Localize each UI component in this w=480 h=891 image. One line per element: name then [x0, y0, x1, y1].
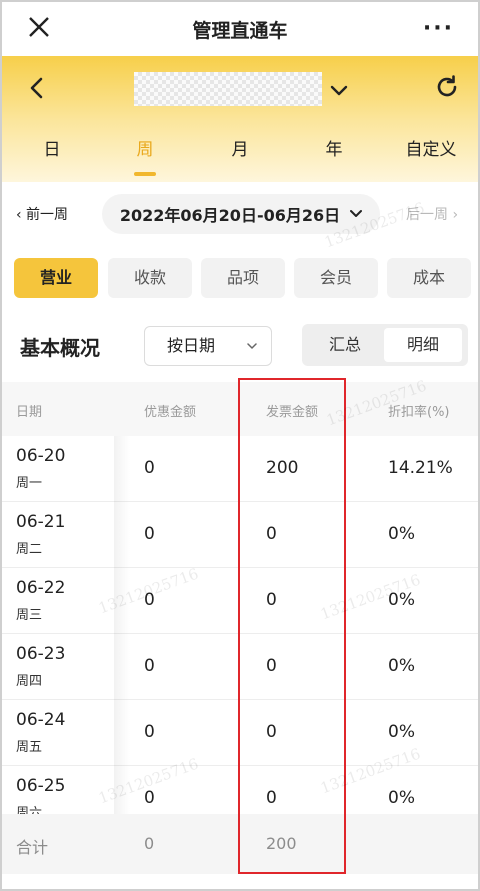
tab-items[interactable]: 品项 — [201, 258, 285, 298]
row-rate: 0% — [388, 788, 415, 808]
row-date: 06-21 — [16, 512, 66, 532]
page-title: 管理直通车 — [192, 19, 288, 42]
tab-members[interactable]: 会员 — [294, 258, 378, 298]
period-tabs: 日 周 月 年 自定义 — [2, 132, 478, 178]
chevron-down-icon — [350, 210, 363, 217]
row-date: 06-22 — [16, 578, 66, 598]
column-header-discount: 优惠金额 — [144, 405, 197, 420]
tab-label: 月 — [231, 140, 249, 160]
row-discount: 0 — [144, 656, 155, 676]
row-rate: 14.21% — [388, 458, 453, 478]
row-weekday: 周四 — [16, 674, 43, 689]
title-bar: 管理直通车 ··· — [2, 2, 478, 56]
row-weekday: 周二 — [16, 542, 43, 557]
tab-label: 自定义 — [405, 140, 457, 160]
row-date: 06-25 — [16, 776, 66, 796]
toggle-detail[interactable]: 明细 — [384, 328, 462, 362]
total-discount: 0 — [144, 834, 155, 853]
active-tab-indicator — [134, 172, 156, 176]
back-arrow-icon[interactable] — [26, 76, 48, 100]
section-title: 基本概况 — [20, 336, 100, 360]
more-icon[interactable]: ··· — [423, 16, 454, 41]
row-date: 06-20 — [16, 446, 66, 466]
row-weekday: 周六 — [16, 806, 43, 814]
row-rate: 0% — [388, 524, 415, 544]
refresh-icon[interactable] — [434, 74, 460, 100]
row-discount: 0 — [144, 524, 155, 544]
tab-label: 年 — [325, 140, 343, 160]
store-header: 日 周 月 年 自定义 — [2, 56, 478, 182]
chevron-down-icon — [247, 343, 257, 349]
row-discount: 0 — [144, 458, 155, 478]
close-icon[interactable] — [24, 12, 54, 42]
store-row — [2, 62, 478, 114]
tab-payment[interactable]: 收款 — [108, 258, 192, 298]
tab-month[interactable]: 月 — [220, 132, 260, 168]
tab-business[interactable]: 营业 — [14, 258, 98, 298]
prev-week-button[interactable]: ‹ 前一周 — [16, 204, 68, 224]
row-weekday: 周三 — [16, 608, 43, 623]
tab-day[interactable]: 日 — [32, 132, 72, 168]
row-rate: 0% — [388, 656, 415, 676]
column-header-date: 日期 — [16, 405, 43, 420]
row-date: 06-23 — [16, 644, 66, 664]
tab-week[interactable]: 周 — [125, 132, 165, 176]
row-weekday: 周一 — [16, 476, 43, 491]
invoice-column-highlight — [238, 378, 346, 874]
tab-year[interactable]: 年 — [314, 132, 354, 168]
store-name[interactable] — [134, 72, 322, 106]
toggle-summary[interactable]: 汇总 — [306, 328, 384, 362]
date-range-label: 2022年06月20日-06月26日 — [119, 206, 341, 225]
row-discount: 0 — [144, 722, 155, 742]
category-tabs: 营业 收款 品项 会员 成本 — [2, 258, 478, 300]
row-weekday: 周五 — [16, 740, 43, 755]
total-label: 合计 — [16, 838, 49, 857]
row-date: 06-24 — [16, 710, 66, 730]
overview-header: 基本概况 按日期 汇总 明细 — [2, 322, 478, 370]
tab-label: 日 — [43, 140, 61, 160]
tab-cost[interactable]: 成本 — [387, 258, 471, 298]
group-by-select[interactable]: 按日期 — [144, 326, 272, 366]
tab-label: 周 — [136, 140, 154, 160]
view-toggle: 汇总 明细 — [302, 324, 468, 366]
row-rate: 0% — [388, 722, 415, 742]
group-by-value: 按日期 — [167, 336, 216, 355]
chevron-down-icon[interactable] — [330, 84, 348, 98]
tab-custom[interactable]: 自定义 — [398, 132, 464, 168]
app-frame: 管理直通车 ··· 日 周 月 年 自定义 ‹ 前一周 2022年06月20日-… — [0, 0, 480, 891]
fixed-column-shadow — [114, 436, 130, 836]
